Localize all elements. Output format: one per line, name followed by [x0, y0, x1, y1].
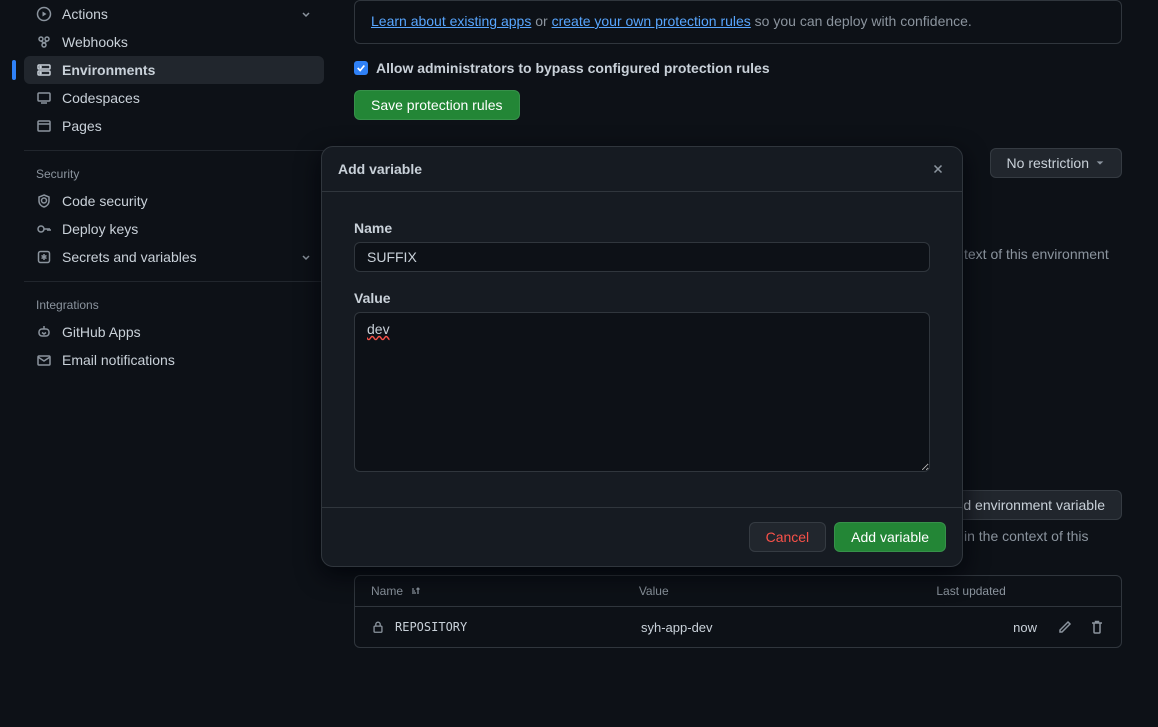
- table-header: Name Value Last updated: [355, 576, 1121, 607]
- variables-table: Name Value Last updated REPOSITORY syh-a…: [354, 575, 1122, 648]
- add-variable-modal: Add variable Name Value Cancel Add varia…: [321, 146, 963, 567]
- header-label: Name: [371, 584, 403, 598]
- cancel-button[interactable]: Cancel: [749, 522, 827, 552]
- modal-body: Name Value: [322, 192, 962, 507]
- protection-info-box: Learn about existing apps or create your…: [354, 0, 1122, 44]
- sidebar-item-label: Actions: [62, 6, 108, 22]
- variable-name: REPOSITORY: [395, 620, 467, 634]
- sidebar-item-deploy-keys[interactable]: Deploy keys: [24, 215, 324, 243]
- checkbox-checked-icon: [354, 61, 368, 75]
- modal-footer: Cancel Add variable: [322, 507, 962, 566]
- text: or: [531, 13, 551, 29]
- sidebar-item-label: Deploy keys: [62, 221, 138, 237]
- name-field-label: Name: [354, 220, 930, 236]
- server-icon: [36, 62, 52, 78]
- environment-context-text: in the context of this: [964, 526, 1089, 547]
- sidebar-item-codespaces[interactable]: Codespaces: [24, 84, 324, 112]
- sidebar-item-email[interactable]: Email notifications: [24, 346, 324, 374]
- sidebar-section-integrations: Integrations: [24, 282, 324, 318]
- shield-icon: [36, 193, 52, 209]
- close-button[interactable]: [930, 161, 946, 177]
- name-input[interactable]: [354, 242, 930, 272]
- value-field-label: Value: [354, 290, 930, 306]
- edit-button[interactable]: [1057, 619, 1073, 635]
- sidebar-item-label: Code security: [62, 193, 148, 209]
- allow-admin-bypass-checkbox[interactable]: Allow administrators to bypass configure…: [354, 60, 1122, 76]
- chevron-down-icon: [300, 251, 312, 263]
- variable-name-cell: REPOSITORY: [371, 620, 641, 634]
- delete-button[interactable]: [1089, 619, 1105, 635]
- codespaces-icon: [36, 90, 52, 106]
- play-circle-icon: [36, 6, 52, 22]
- sort-icon: [409, 585, 421, 597]
- sidebar-item-label: Environments: [62, 62, 155, 78]
- sidebar-item-github-apps[interactable]: GitHub Apps: [24, 318, 324, 346]
- column-header-name[interactable]: Name: [371, 584, 639, 598]
- no-restriction-dropdown[interactable]: No restriction: [990, 148, 1122, 178]
- sidebar-item-label: GitHub Apps: [62, 324, 141, 340]
- sidebar-item-label: Pages: [62, 118, 102, 134]
- variable-value-cell: syh-app-dev: [641, 620, 941, 635]
- save-protection-rules-button[interactable]: Save protection rules: [354, 90, 520, 120]
- mail-icon: [36, 352, 52, 368]
- sidebar-item-label: Secrets and variables: [62, 249, 197, 265]
- sidebar-item-label: Email notifications: [62, 352, 175, 368]
- lock-icon: [371, 620, 385, 634]
- modal-title: Add variable: [338, 161, 422, 177]
- modal-header: Add variable: [322, 147, 962, 192]
- value-textarea[interactable]: [354, 312, 930, 472]
- row-actions: [1057, 619, 1105, 635]
- chevron-down-icon: [300, 8, 312, 20]
- button-label: No restriction: [1007, 155, 1089, 171]
- sidebar-item-label: Webhooks: [62, 34, 128, 50]
- browser-icon: [36, 118, 52, 134]
- sidebar-item-label: Codespaces: [62, 90, 140, 106]
- hubot-icon: [36, 324, 52, 340]
- sidebar-item-actions[interactable]: Actions: [24, 0, 324, 28]
- learn-apps-link[interactable]: Learn about existing apps: [371, 13, 531, 29]
- sidebar-item-secrets[interactable]: Secrets and variables: [24, 243, 324, 271]
- settings-sidebar: Actions Webhooks Environments Codespaces…: [24, 0, 324, 374]
- add-variable-submit-button[interactable]: Add variable: [834, 522, 946, 552]
- column-header-updated: Last updated: [936, 584, 1105, 598]
- environment-context-text: text of this environment: [964, 244, 1109, 265]
- add-environment-variable-button[interactable]: d environment variable: [946, 490, 1122, 520]
- sidebar-item-code-security[interactable]: Code security: [24, 187, 324, 215]
- close-icon: [931, 162, 945, 176]
- column-header-value: Value: [639, 584, 937, 598]
- create-rules-link[interactable]: create your own protection rules: [552, 13, 751, 29]
- table-row: REPOSITORY syh-app-dev now: [355, 607, 1121, 647]
- sidebar-item-webhooks[interactable]: Webhooks: [24, 28, 324, 56]
- text: so you can deploy with confidence.: [751, 13, 972, 29]
- main-content: Learn about existing apps or create your…: [354, 0, 1122, 120]
- sidebar-item-environments[interactable]: Environments: [24, 56, 324, 84]
- sidebar-item-pages[interactable]: Pages: [24, 112, 324, 140]
- sidebar-section-security: Security: [24, 151, 324, 187]
- key-icon: [36, 221, 52, 237]
- variable-updated-cell: now: [967, 620, 1037, 635]
- asterisk-icon: [36, 249, 52, 265]
- webhook-icon: [36, 34, 52, 50]
- checkbox-label: Allow administrators to bypass configure…: [376, 60, 770, 76]
